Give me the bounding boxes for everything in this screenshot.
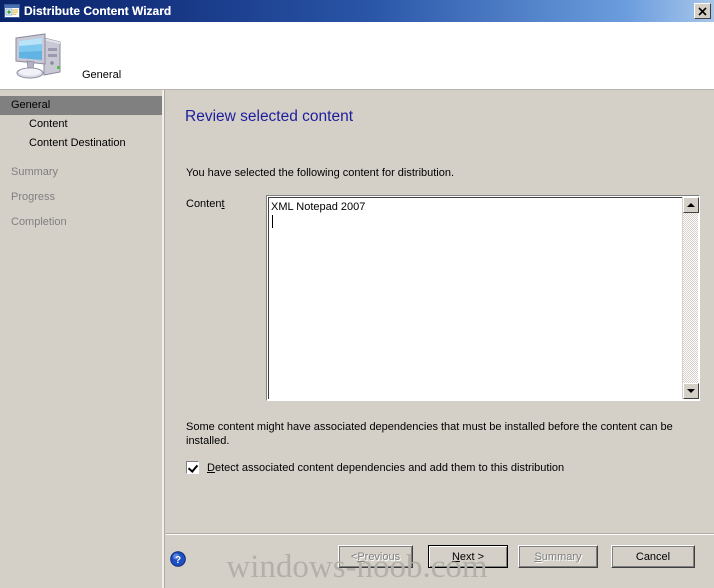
header-step-label: General — [82, 69, 122, 81]
wizard-header: General — [0, 22, 714, 90]
sidebar-item-progress[interactable]: Progress — [0, 188, 162, 207]
content-listbox[interactable]: XML Notepad 2007 — [266, 195, 700, 401]
dependency-checkbox-label[interactable]: Detect associated content dependencies a… — [207, 462, 564, 474]
scroll-up-button[interactable] — [683, 197, 699, 213]
list-item[interactable]: XML Notepad 2007 — [269, 200, 683, 214]
close-button[interactable] — [694, 3, 711, 19]
summary-button[interactable]: Summary — [518, 545, 598, 568]
footer-divider — [166, 533, 714, 535]
sidebar-item-completion[interactable]: Completion — [0, 213, 162, 232]
dependency-label-accel: D — [207, 461, 215, 474]
scroll-up-arrow-icon — [687, 203, 695, 207]
wizard-main-panel: Review selected content You have selecte… — [166, 90, 714, 588]
distribute-content-wizard-window: Distribute Content Wizard General Genera… — [0, 0, 714, 588]
sidebar-item-content[interactable]: Content — [0, 115, 162, 134]
svg-text:?: ? — [175, 555, 181, 566]
sidebar-item-content-destination[interactable]: Content Destination — [0, 134, 162, 153]
previous-accel: P — [357, 550, 365, 563]
dependency-label-rest: etect associated content dependencies an… — [214, 461, 565, 474]
scroll-down-button[interactable] — [683, 383, 699, 399]
computer-icon — [12, 30, 66, 82]
previous-rest: revious — [364, 550, 401, 563]
intro-text: You have selected the following content … — [186, 167, 455, 179]
listbox-scrollbar[interactable] — [682, 197, 699, 399]
summary-accel: S — [534, 550, 542, 563]
page-title: Review selected content — [185, 108, 354, 125]
window-title: Distribute Content Wizard — [24, 4, 172, 18]
dependency-checkbox-row[interactable]: Detect associated content dependencies a… — [186, 461, 564, 474]
content-label-accel: t — [221, 198, 225, 210]
next-rest: ext > — [459, 550, 485, 563]
content-listbox-inner[interactable]: XML Notepad 2007 — [268, 197, 683, 399]
next-accel: N — [451, 550, 460, 563]
scroll-down-arrow-icon — [687, 389, 695, 393]
sidebar-divider — [162, 90, 165, 588]
text-caret — [272, 215, 273, 228]
cancel-button[interactable]: Cancel — [611, 545, 695, 568]
sidebar-item-general[interactable]: General — [0, 96, 162, 115]
dependency-checkbox[interactable] — [186, 461, 199, 474]
next-button[interactable]: Next > — [428, 545, 508, 568]
wizard-sidebar: General Content Content Destination Summ… — [0, 90, 162, 588]
help-question-icon[interactable]: ? — [170, 551, 186, 567]
summary-rest: ummary — [541, 550, 582, 563]
dependency-note: Some content might have associated depen… — [186, 421, 673, 447]
title-bar[interactable]: Distribute Content Wizard — [0, 0, 714, 22]
wizard-window-icon — [4, 3, 20, 19]
sidebar-item-summary[interactable]: Summary — [0, 163, 162, 182]
previous-button[interactable]: < Previous — [338, 545, 413, 568]
content-field-label: Content — [186, 198, 225, 210]
list-item-label[interactable]: XML Notepad 2007 — [271, 201, 365, 213]
close-icon — [698, 6, 707, 16]
